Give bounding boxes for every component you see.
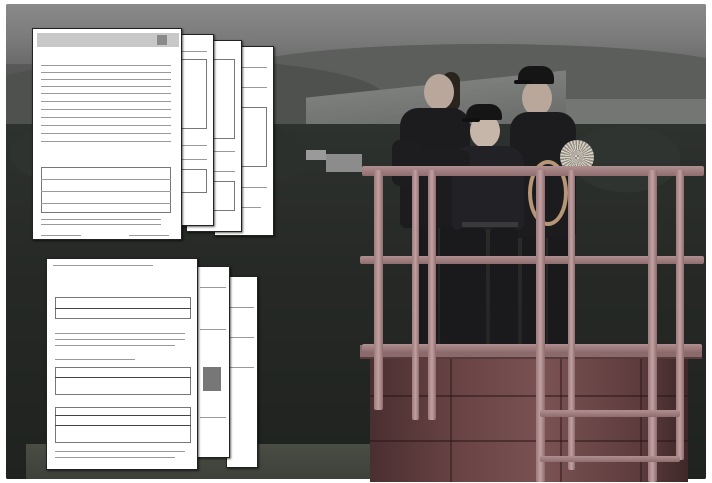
document-form-line <box>41 191 171 192</box>
document-form-line <box>55 333 185 334</box>
document-form-line <box>55 415 191 416</box>
document-form-line <box>41 235 81 236</box>
document-form-line <box>41 141 171 142</box>
cap-brim <box>514 80 532 84</box>
leg <box>458 228 486 348</box>
document-form-line <box>41 117 171 118</box>
chimney-brick-line <box>640 352 642 482</box>
head <box>424 74 454 110</box>
document-form-line <box>55 425 191 426</box>
document-front-page <box>46 258 198 470</box>
head <box>522 80 552 116</box>
railing-lower-bar <box>540 456 680 462</box>
document-form-line <box>41 203 171 204</box>
house <box>326 154 362 172</box>
chimney-brick-line <box>560 352 562 482</box>
leg <box>490 228 518 348</box>
document-form-line <box>200 287 226 288</box>
document-form-line <box>41 109 171 110</box>
document-form-line <box>55 377 191 378</box>
document-form-line <box>41 167 171 213</box>
document-form-line <box>41 86 171 87</box>
document-form-line <box>55 457 175 458</box>
document-form-line <box>41 125 171 126</box>
document-form-line <box>41 65 171 66</box>
railing-post <box>536 170 545 482</box>
document-form-line <box>230 307 254 308</box>
document-form-line <box>41 93 171 94</box>
railing-post <box>648 170 657 482</box>
railing-post <box>374 170 383 410</box>
railing-post <box>428 170 436 420</box>
railing-lower-bar <box>540 410 680 417</box>
document-form-line <box>41 101 171 102</box>
document-front-page <box>32 28 182 240</box>
document-form-line <box>41 224 161 225</box>
document-form-line <box>230 367 254 368</box>
document-form-line <box>203 367 221 391</box>
document-form-line <box>41 79 171 80</box>
document-form-line <box>41 133 171 134</box>
railing-post <box>568 170 575 470</box>
chimney-brick-line <box>450 352 452 482</box>
document-page <box>226 276 258 468</box>
document-form-line <box>55 308 191 309</box>
document-form-line <box>129 235 169 236</box>
document-logo <box>157 35 167 45</box>
railing-post <box>412 170 419 420</box>
document-form-line <box>55 345 175 346</box>
tool-belt <box>462 222 518 227</box>
cap-brim <box>462 118 480 122</box>
document-form-line <box>55 339 185 340</box>
document-form-line <box>200 329 226 330</box>
document-form-line <box>55 359 135 360</box>
document-form-line <box>41 219 161 220</box>
document-form-line <box>41 179 171 180</box>
document-form-line <box>41 72 171 73</box>
house <box>306 150 326 160</box>
document-form-line <box>55 367 191 395</box>
document-form-line <box>230 337 254 338</box>
document-form-line <box>53 265 153 266</box>
document-form-line <box>55 451 185 452</box>
document-form-line <box>200 417 226 418</box>
document-page <box>196 266 230 458</box>
